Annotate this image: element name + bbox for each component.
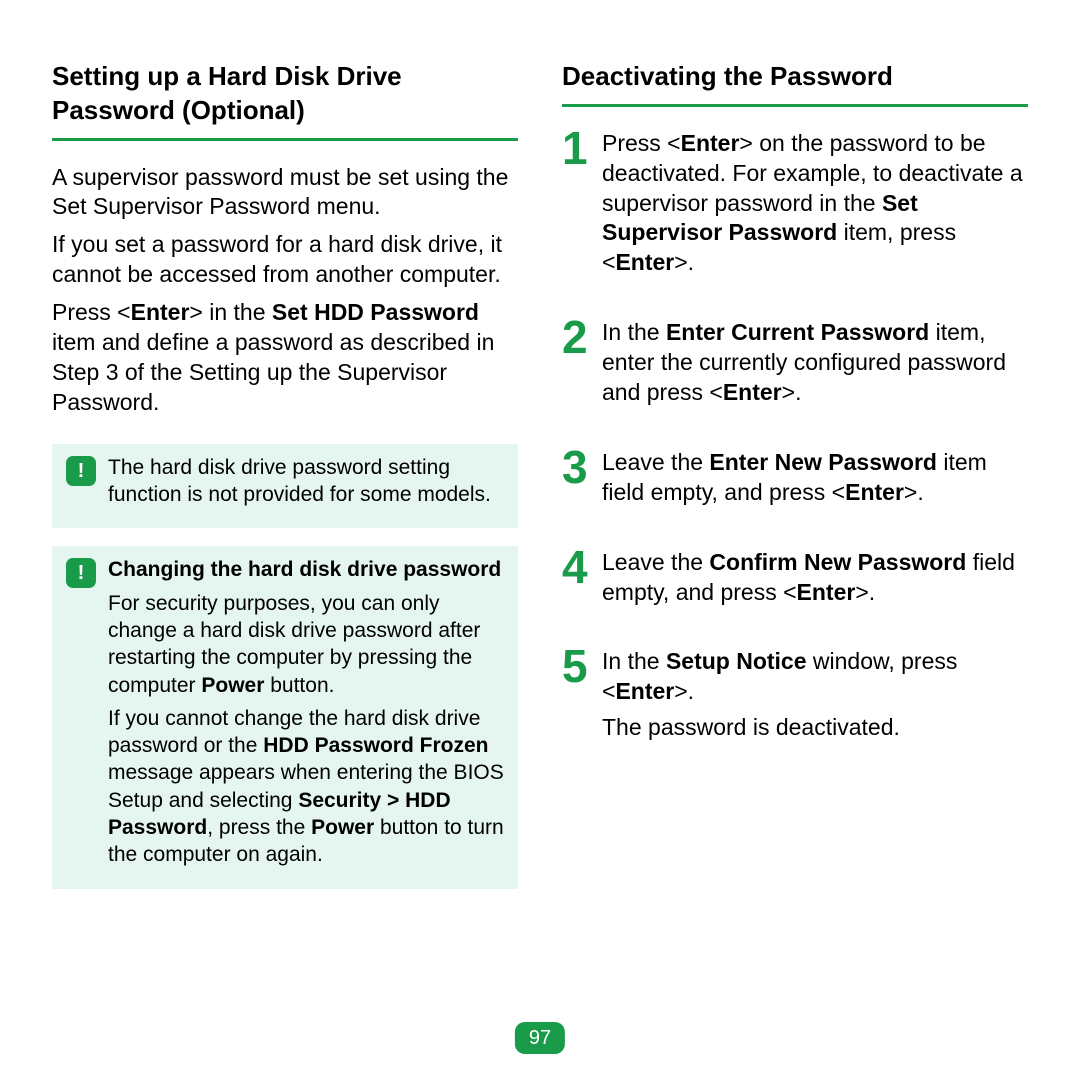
page-number: 97 (515, 1022, 565, 1054)
step-number: 2 (562, 318, 592, 357)
left-p2: If you set a password for a hard disk dr… (52, 230, 518, 290)
step-number: 1 (562, 129, 592, 168)
step-text: In the Setup Notice window, press <Enter… (602, 647, 1028, 707)
steps-list: 1 Press <Enter> on the password to be dea… (562, 129, 1028, 749)
note-body: Changing the hard disk drive password Fo… (108, 556, 504, 874)
left-heading: Setting up a Hard Disk Drive Password (O… (52, 60, 518, 141)
step-body: In the Enter Current Password item, ente… (602, 318, 1028, 414)
step-item: 4 Leave the Confirm New Password field em… (562, 548, 1028, 614)
step-text: In the Enter Current Password item, ente… (602, 318, 1028, 408)
note2-p1: For security purposes, you can only chan… (108, 590, 504, 699)
step-body: In the Setup Notice window, press <Enter… (602, 647, 1028, 749)
left-p1: A supervisor password must be set using … (52, 163, 518, 223)
document-page: Setting up a Hard Disk Drive Password (O… (0, 0, 1080, 889)
step-number: 4 (562, 548, 592, 587)
left-column: Setting up a Hard Disk Drive Password (O… (52, 60, 518, 889)
step-text: Leave the Confirm New Password field emp… (602, 548, 1028, 608)
step-after-text: The password is deactivated. (602, 713, 1028, 743)
info-icon: ! (66, 456, 96, 486)
note-hdd-not-provided: ! The hard disk drive password setting f… (52, 444, 518, 529)
note2-p2: If you cannot change the hard disk drive… (108, 705, 504, 869)
right-heading: Deactivating the Password (562, 60, 1028, 107)
step-item: 3 Leave the Enter New Password item field… (562, 448, 1028, 514)
step-body: Leave the Enter New Password item field … (602, 448, 1028, 514)
note1-text: The hard disk drive password setting fun… (108, 454, 504, 509)
step-body: Leave the Confirm New Password field emp… (602, 548, 1028, 614)
note2-title: Changing the hard disk drive password (108, 556, 504, 583)
step-number: 5 (562, 647, 592, 686)
step-body: Press <Enter> on the password to be deac… (602, 129, 1028, 284)
left-p3: Press <Enter> in the Set HDD Password it… (52, 298, 518, 418)
note-changing-hdd-password: ! Changing the hard disk drive password … (52, 546, 518, 888)
step-text: Press <Enter> on the password to be deac… (602, 129, 1028, 278)
step-item: 2 In the Enter Current Password item, ent… (562, 318, 1028, 414)
step-text: Leave the Enter New Password item field … (602, 448, 1028, 508)
note-body: The hard disk drive password setting fun… (108, 454, 504, 515)
step-number: 3 (562, 448, 592, 487)
info-icon: ! (66, 558, 96, 588)
step-item: 5 In the Setup Notice window, press <Ente… (562, 647, 1028, 749)
right-column: Deactivating the Password 1 Press <Enter>… (562, 60, 1028, 889)
step-item: 1 Press <Enter> on the password to be dea… (562, 129, 1028, 284)
